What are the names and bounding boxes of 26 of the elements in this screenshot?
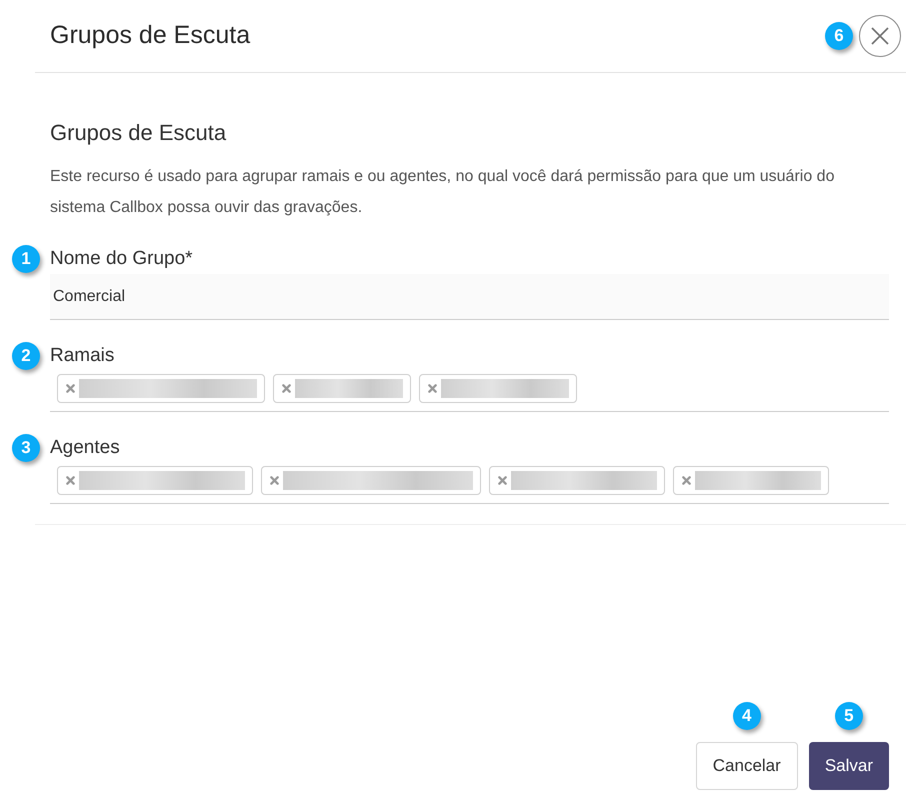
remove-icon[interactable]: [682, 476, 691, 485]
callout-badge: 3: [12, 434, 40, 462]
remove-icon[interactable]: [66, 476, 75, 485]
callout-badge: 5: [834, 702, 863, 730]
field-label: Ramais: [50, 344, 116, 368]
section-title: Grupos de Escuta: [50, 119, 228, 147]
remove-icon[interactable]: [66, 384, 75, 393]
callout-badge: 1: [12, 245, 40, 273]
cancel-button[interactable]: Cancelar: [696, 742, 798, 790]
remove-icon[interactable]: [282, 384, 291, 393]
save-button[interactable]: Salvar: [808, 742, 889, 790]
dialog-title: Grupos de Escuta: [50, 20, 252, 52]
tags-field[interactable]: [50, 463, 889, 504]
remove-icon[interactable]: [498, 476, 507, 485]
field-label: Nome do Grupo*: [50, 247, 194, 271]
section-description: Este recurso é usado para agrupar ramais e ou agentes, no qual você dará permissão para que um usuário do sistema Callbox possa ouvir das gravações.: [50, 167, 836, 218]
callout-badge: 4: [732, 702, 761, 730]
input-field[interactable]: Comercial: [50, 274, 889, 320]
tags-field[interactable]: [50, 371, 889, 412]
remove-icon[interactable]: [270, 476, 279, 485]
close-button[interactable]: [859, 15, 901, 57]
callout-badge: 2: [12, 342, 40, 370]
close-icon: [870, 26, 890, 46]
remove-icon[interactable]: [428, 384, 437, 393]
callout-badge: 6: [825, 22, 853, 50]
field-label: Agentes: [50, 436, 121, 460]
